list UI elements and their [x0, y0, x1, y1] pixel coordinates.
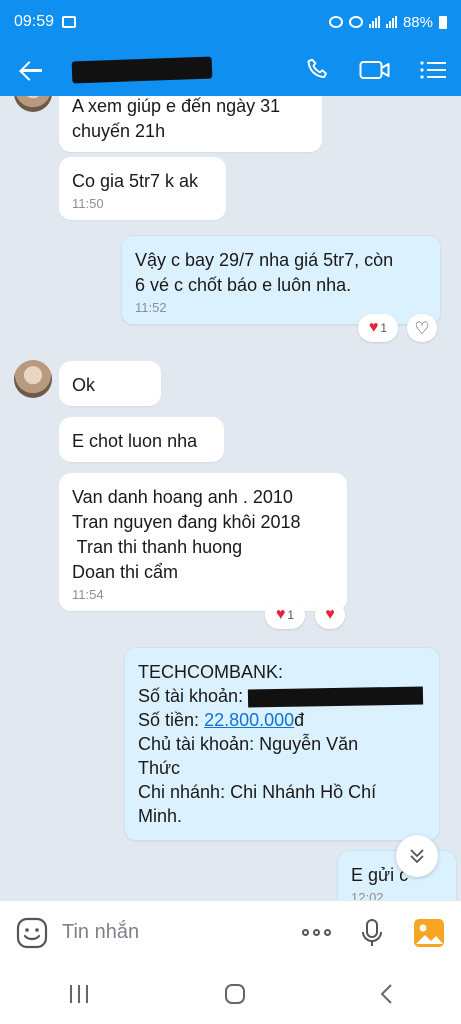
double-chevron-down-icon: [410, 849, 424, 864]
avatar[interactable]: [14, 96, 52, 112]
heart-outline-icon: ♡: [414, 318, 430, 338]
signal-icon-2: [385, 16, 397, 28]
back-nav-icon[interactable]: [379, 983, 395, 1005]
emoji-sticker-icon[interactable]: [16, 917, 48, 949]
recent-apps-icon[interactable]: [67, 984, 91, 1004]
scroll-down-button[interactable]: [396, 835, 438, 877]
microphone-icon[interactable]: [361, 918, 383, 948]
heart-icon: ♥: [275, 606, 286, 623]
message-text: E chot luon nha: [72, 431, 198, 451]
holder-line: Chủ tài khoản: Nguyễn Văn: [138, 734, 359, 754]
message-list[interactable]: A xem giúp e đến ngày 31 chuyến 21h Co g…: [0, 96, 461, 900]
branch-line: Chi nhánh: Chi Nhánh Hồ Chí: [138, 782, 377, 802]
amount-line: Số tiền: 22.800.000đ: [138, 708, 426, 732]
status-bar: 09:59 88%: [0, 0, 461, 44]
signal-icon: [368, 16, 380, 28]
video-icon[interactable]: [359, 57, 391, 83]
message-bubble[interactable]: A xem giúp e đến ngày 31 chuyến 21h: [59, 96, 322, 152]
avatar[interactable]: [14, 360, 52, 398]
account-number-redacted: [247, 686, 424, 708]
message-text: Ok: [72, 375, 96, 395]
battery-percent: 88%: [402, 13, 433, 31]
message-text-line: Vậy c bay 29/7 nha giá 5tr7, còn: [135, 250, 394, 270]
image-notification-icon: [62, 16, 77, 28]
message-text-line: Tran thi thanh huong: [72, 537, 243, 557]
message-bubble[interactable]: Co gia 5tr7 k ak 11:50: [59, 157, 226, 220]
currency: đ: [294, 710, 305, 730]
message-text-line: 6 vé c chốt báo e luôn nha.: [135, 275, 352, 295]
battery-icon: [439, 15, 447, 29]
message-bubble[interactable]: TECHCOMBANK: Số tài khoản: Số tiền: 22.8…: [124, 647, 440, 841]
status-time: 09:59: [14, 13, 55, 30]
message-text-line: Tran nguyen đang khôi 2018: [72, 512, 301, 532]
message-time: 12:02: [351, 890, 384, 900]
heart-icon: ♥: [368, 319, 379, 336]
system-nav-bar: [0, 964, 461, 1024]
reaction-count: 1: [380, 321, 388, 335]
amount-link[interactable]: 22.800.000: [204, 710, 294, 730]
back-arrow-icon[interactable]: [14, 55, 44, 85]
react-button[interactable]: ♡: [407, 314, 437, 342]
message-bubble[interactable]: Ok: [59, 361, 161, 406]
wifi-icon: [348, 16, 363, 28]
contact-name-redacted[interactable]: [71, 56, 213, 84]
chat-header: [0, 44, 461, 96]
heart-icon: ♥: [325, 606, 335, 623]
account-line: Số tài khoản:: [138, 684, 426, 708]
alarm-icon: [328, 16, 343, 28]
message-text: Co gia 5tr7 k ak: [72, 171, 199, 191]
message-bubble[interactable]: Van danh hoang anh . 2010 Tran nguyen đa…: [59, 473, 347, 611]
menu-list-icon[interactable]: [419, 57, 447, 83]
amount-label: Số tiền:: [138, 710, 200, 730]
account-label: Số tài khoản:: [138, 686, 244, 706]
phone-icon[interactable]: [305, 57, 331, 83]
message-text-line: Doan thi cẩm: [72, 562, 179, 582]
reaction-badge[interactable]: ♥ 1: [358, 314, 398, 342]
more-options-icon[interactable]: [302, 929, 331, 936]
message-composer: Tin nhắn: [0, 900, 461, 964]
reaction-count: 1: [287, 608, 295, 622]
message-text-line: Van danh hoang anh . 2010: [72, 487, 293, 507]
branch-line: Minh.: [138, 806, 183, 826]
holder-line: Thức: [138, 758, 181, 778]
react-button[interactable]: ♥: [315, 601, 345, 629]
message-bubble[interactable]: E chot luon nha: [59, 417, 224, 462]
bank-name: TECHCOMBANK:: [138, 662, 284, 682]
home-icon[interactable]: [224, 983, 246, 1005]
image-gallery-icon[interactable]: [413, 918, 445, 948]
message-time: 11:50: [72, 196, 104, 211]
message-text-line: chuyến 21h: [72, 121, 166, 141]
reaction-badge[interactable]: ♥ 1: [265, 601, 305, 629]
message-text-line: A xem giúp e đến ngày 31: [72, 96, 281, 116]
message-bubble[interactable]: Vậy c bay 29/7 nha giá 5tr7, còn 6 vé c …: [121, 235, 441, 325]
message-input[interactable]: Tin nhắn: [62, 921, 139, 944]
